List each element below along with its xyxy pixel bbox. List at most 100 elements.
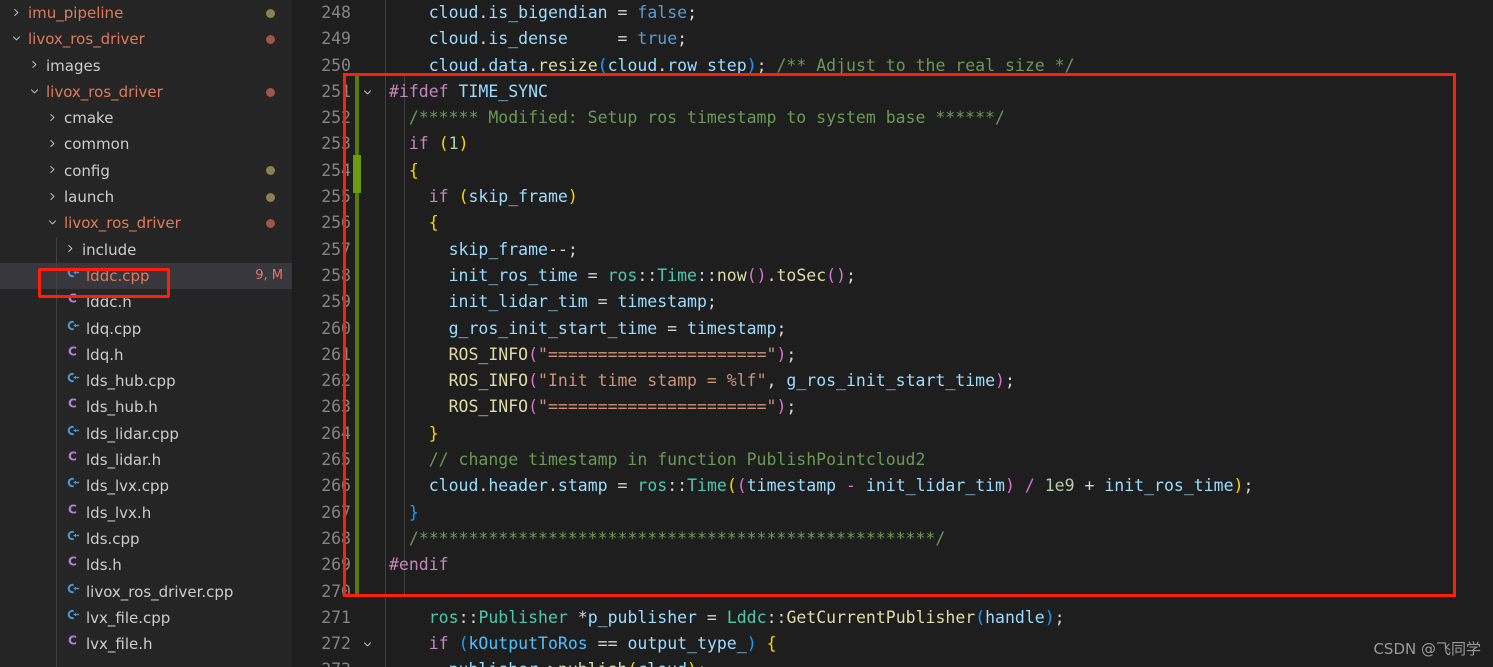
tree-item-lds-lvx-cpp[interactable]: lds_lvx.cpp xyxy=(0,473,293,499)
tree-item-lds-hub-h[interactable]: Clds_hub.h xyxy=(0,394,293,420)
code-line[interactable]: 262 ROS_INFO("Init time stamp = %lf", g_… xyxy=(293,368,1493,394)
code-editor[interactable]: 248 cloud.is_bigendian = false; 249 cloud… xyxy=(293,0,1493,667)
code-line[interactable]: 266 cloud.header.stamp = ros::Time((time… xyxy=(293,473,1493,499)
tree-item-ldq-h[interactable]: Cldq.h xyxy=(0,342,293,368)
code-line-text: cloud.is_bigendian = false; xyxy=(428,3,697,22)
code-line[interactable]: 273 publisher->publish(cloud); xyxy=(293,657,1493,667)
tree-item-livox-ros-driver[interactable]: livox_ros_driver xyxy=(0,210,293,236)
code-line-text: if (skip_frame) xyxy=(428,187,578,207)
code-line[interactable]: 263 ROS_INFO("======================"); xyxy=(293,394,1493,420)
tree-item-label: ldq.h xyxy=(86,345,124,364)
line-number: 270 xyxy=(321,581,351,601)
code-line[interactable]: 258 init_ros_time = ros::Time::now().toS… xyxy=(293,263,1493,289)
code-line-text: { xyxy=(408,160,419,180)
tree-item-label: lvx_file.cpp xyxy=(86,608,171,627)
line-number: 256 xyxy=(321,213,351,233)
code-line[interactable]: 255 if (skip_frame) xyxy=(293,184,1493,210)
tree-item-lds-lidar-cpp[interactable]: lds_lidar.cpp xyxy=(0,421,293,447)
tree-item-common[interactable]: common xyxy=(0,131,293,157)
tree-item-lddc-h[interactable]: Clddc.h xyxy=(0,289,293,315)
chevron-right-icon[interactable] xyxy=(44,138,60,149)
code-line[interactable]: 256 { xyxy=(293,210,1493,236)
code-line[interactable]: 268 /***********************************… xyxy=(293,526,1493,552)
git-decoration-dot xyxy=(266,166,275,176)
chevron-down-icon[interactable] xyxy=(26,86,42,97)
line-number: 255 xyxy=(321,187,351,207)
chevron-down-icon[interactable] xyxy=(355,639,379,650)
code-line[interactable]: 271 ros::Publisher *p_publisher = Lddc::… xyxy=(293,605,1493,631)
line-number: 249 xyxy=(321,29,351,49)
tree-item-label: launch xyxy=(64,188,115,207)
tree-item-cmake[interactable]: cmake xyxy=(0,105,293,131)
tree-item-lds-lidar-h[interactable]: Clds_lidar.h xyxy=(0,447,293,473)
tree-item-label: livox_ros_driver.cpp xyxy=(86,582,234,601)
code-line[interactable]: 264 } xyxy=(293,421,1493,447)
tree-item-imu-pipeline[interactable]: imu_pipeline xyxy=(0,0,293,26)
line-number: 262 xyxy=(321,371,351,391)
code-line[interactable]: 269 #endif xyxy=(293,552,1493,578)
cpp-file-icon xyxy=(62,473,82,499)
chevron-right-icon[interactable] xyxy=(44,164,60,175)
code-line[interactable]: 251 #ifdef TIME_SYNC xyxy=(293,79,1493,105)
code-line[interactable]: 272 if (kOutputToRos == output_type_) { xyxy=(293,631,1493,657)
chevron-down-icon[interactable] xyxy=(44,217,60,228)
cpp-file-icon xyxy=(62,368,82,394)
chevron-right-icon[interactable] xyxy=(44,112,60,123)
tree-item-ldq-cpp[interactable]: ldq.cpp xyxy=(0,316,293,342)
tree-item-launch[interactable]: launch xyxy=(0,184,293,210)
tree-item-livox-ros-driver-cpp[interactable]: livox_ros_driver.cpp xyxy=(0,579,293,605)
code-line[interactable]: 253 if (1) xyxy=(293,131,1493,157)
chevron-right-icon[interactable] xyxy=(62,243,78,254)
code-line-text: cloud.header.stamp = ros::Time((timestam… xyxy=(428,476,1254,496)
code-line-text: if (1) xyxy=(408,134,469,154)
code-line[interactable]: 257 skip_frame--; xyxy=(293,237,1493,263)
code-line[interactable]: 270 xyxy=(293,579,1493,605)
header-file-icon: C xyxy=(62,289,82,315)
code-line-text: cloud.data.resize(cloud.row_step); /** A… xyxy=(428,55,1075,75)
code-line[interactable]: 267 } xyxy=(293,500,1493,526)
code-line[interactable]: 259 init_lidar_tim = timestamp; xyxy=(293,289,1493,315)
chevron-down-icon[interactable] xyxy=(355,87,379,98)
tree-item-livox-ros-driver[interactable]: livox_ros_driver xyxy=(0,26,293,52)
tree-indent-guide xyxy=(56,236,57,667)
line-number: 273 xyxy=(293,657,355,667)
tree-item-lds-lvx-h[interactable]: Clds_lvx.h xyxy=(0,500,293,526)
tree-item-lds-cpp[interactable]: lds.cpp xyxy=(0,526,293,552)
chevron-right-icon[interactable] xyxy=(26,59,42,70)
vscode-window: imu_pipeline livox_ros_driver images livox_… xyxy=(0,0,1493,667)
tree-item-lddc-cpp[interactable]: lddc.cpp 9, M xyxy=(0,262,293,290)
code-line-text: } xyxy=(428,423,439,443)
line-number: 266 xyxy=(321,476,351,496)
explorer-file-tree[interactable]: imu_pipeline livox_ros_driver images livox_… xyxy=(0,0,293,667)
tree-item-config[interactable]: config xyxy=(0,158,293,184)
tree-item-include[interactable]: include xyxy=(0,237,293,263)
code-line-text: publisher->publish(cloud); xyxy=(379,657,1493,667)
tree-item-lds-h[interactable]: Clds.h xyxy=(0,552,293,578)
code-line[interactable]: 265 // change timestamp in function Publ… xyxy=(293,447,1493,473)
tree-item-label: include xyxy=(82,240,137,259)
code-line[interactable]: 261 ROS_INFO("======================"); xyxy=(293,342,1493,368)
tree-item-lvx-file-h[interactable]: Clvx_file.h xyxy=(0,631,293,657)
tree-item-label: lds_hub.h xyxy=(86,398,158,417)
cpp-file-icon xyxy=(62,421,82,447)
tree-item-livox-ros-driver[interactable]: livox_ros_driver xyxy=(0,79,293,105)
chevron-right-icon[interactable] xyxy=(8,7,24,18)
code-line[interactable]: 248 cloud.is_bigendian = false; xyxy=(293,0,1493,26)
line-number: 272 xyxy=(321,634,351,654)
tree-item-images[interactable]: images xyxy=(0,53,293,79)
svg-text:C: C xyxy=(68,502,77,516)
code-line[interactable]: 249 cloud.is_dense = true; xyxy=(293,26,1493,52)
code-lines-container[interactable]: 248 cloud.is_bigendian = false; 249 cloud… xyxy=(293,0,1493,667)
chevron-down-icon[interactable] xyxy=(8,33,24,44)
tree-item-lds-hub-cpp[interactable]: lds_hub.cpp xyxy=(0,368,293,394)
tree-item-lvx-file-cpp[interactable]: lvx_file.cpp xyxy=(0,605,293,631)
file-tree-list[interactable]: imu_pipeline livox_ros_driver images livox_… xyxy=(0,0,293,657)
line-number: 267 xyxy=(321,502,351,522)
line-number: 268 xyxy=(321,528,351,548)
code-line[interactable]: 254 { xyxy=(293,158,1493,184)
code-line[interactable]: 252 /****** Modified: Setup ros timestam… xyxy=(293,105,1493,131)
code-line[interactable]: 250 cloud.data.resize(cloud.row_step); /… xyxy=(293,53,1493,79)
chevron-right-icon[interactable] xyxy=(44,191,60,202)
code-line-text: /****** Modified: Setup ros timestamp to… xyxy=(389,108,1005,128)
code-line[interactable]: 260 g_ros_init_start_time = timestamp; xyxy=(293,316,1493,342)
